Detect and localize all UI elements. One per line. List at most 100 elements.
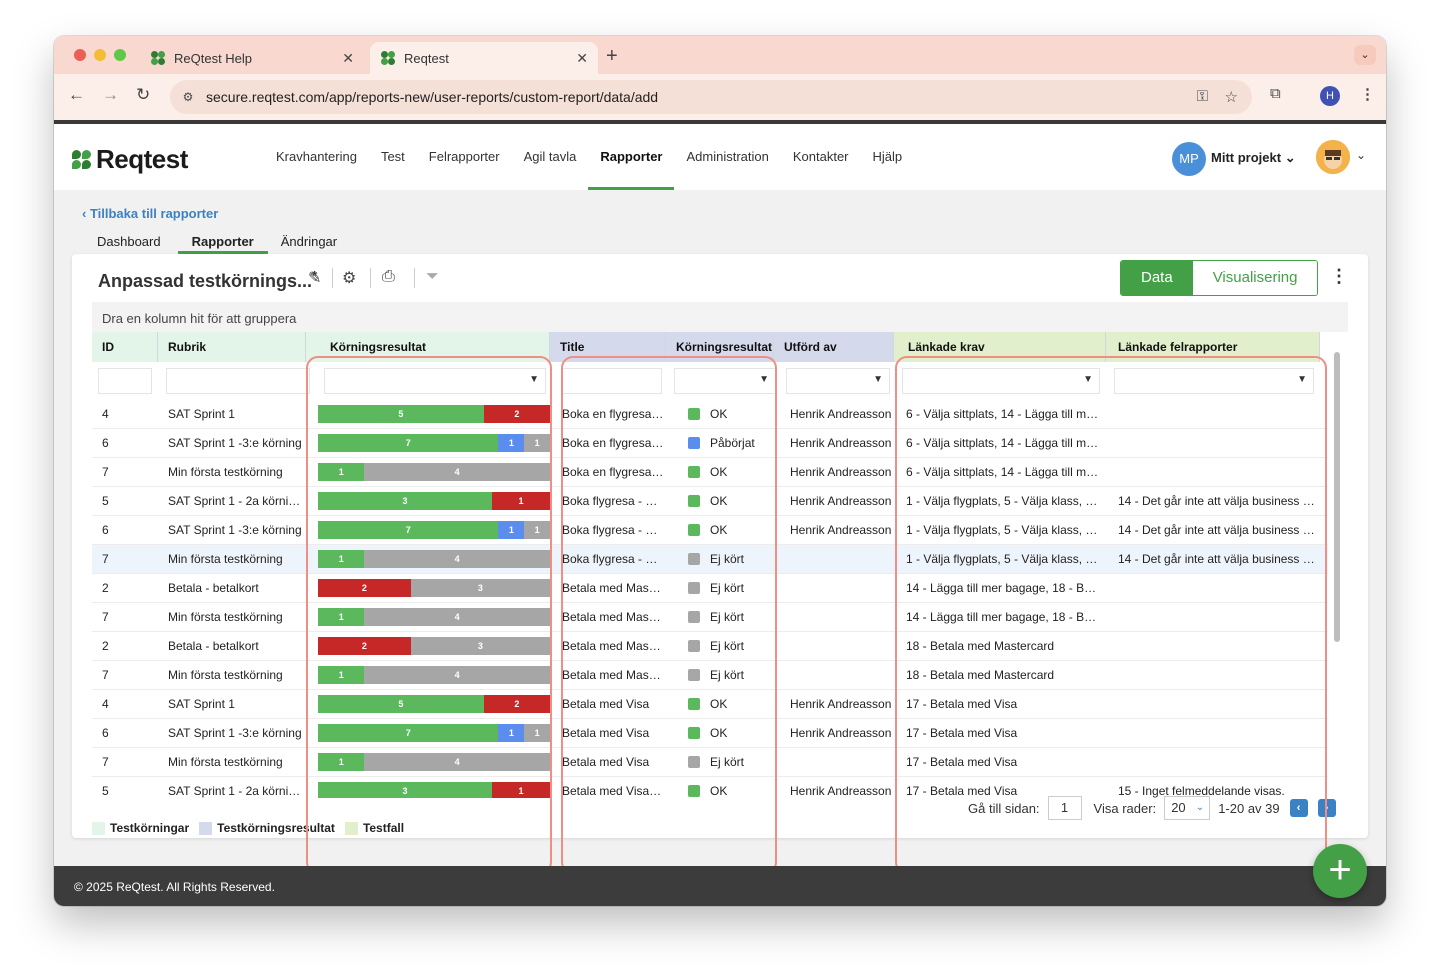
close-window-button[interactable]	[74, 49, 86, 61]
visualisering-view-button[interactable]: Visualisering	[1192, 261, 1318, 295]
browser-tab-reqtest[interactable]: Reqtest ✕	[370, 42, 598, 74]
browser-toolbar: ← → ↻ ⚙ secure.reqtest.com/app/reports-n…	[54, 74, 1386, 120]
divider	[332, 268, 333, 288]
cell-rubrik: Min första testkörning	[168, 610, 283, 624]
back-arrow-icon[interactable]: ←	[68, 85, 85, 105]
reqtest-favicon-icon	[151, 51, 165, 65]
clear-filter-icon[interactable]: ⏷	[426, 268, 439, 286]
site-settings-icon[interactable]: ⚙	[176, 85, 200, 109]
cell-rubrik: SAT Sprint 1	[168, 407, 235, 421]
minimize-window-button[interactable]	[94, 49, 106, 61]
cell-utford-av: Henrik Andreasson	[790, 523, 892, 537]
report-title: Anpassad testkörnings...*	[98, 268, 317, 292]
filter-id-input[interactable]	[98, 368, 152, 394]
cell-rubrik: Betala - betalkort	[168, 581, 259, 595]
vertical-scrollbar[interactable]	[1334, 352, 1340, 642]
cell-id: 2	[102, 639, 109, 653]
browser-window: ReQtest Help ✕ Reqtest ✕ + ⌄ ← → ↻ ⚙ sec…	[54, 36, 1386, 906]
project-selector[interactable]: Mitt projekt ⌄	[1211, 150, 1296, 166]
tab-rapporter[interactable]: Rapporter	[174, 228, 268, 254]
tab-andringar[interactable]: Ändringar	[268, 228, 350, 254]
filter-utford-av-select[interactable]: ▼	[786, 368, 890, 394]
cell-utford-av: Henrik Andreasson	[790, 697, 892, 711]
copyright-text: © 2025 ReQtest. All Rights Reserved.	[74, 880, 275, 894]
cell-utford-av	[790, 661, 894, 689]
address-bar[interactable]: ⚙ secure.reqtest.com/app/reports-new/use…	[170, 80, 1252, 114]
cell-rubrik: SAT Sprint 1 - 2a körninger	[168, 784, 304, 798]
cell-id: 4	[102, 407, 109, 421]
cell-id: 5	[102, 494, 109, 508]
more-options-icon[interactable]: ⋮	[1330, 266, 1348, 287]
cell-rubrik: Min första testkörning	[168, 755, 283, 769]
cell-utford-av	[790, 632, 894, 660]
gear-icon[interactable]: ⚙	[342, 268, 356, 288]
cell-rubrik: Min första testkörning	[168, 668, 283, 682]
project-label: Mitt projekt	[1211, 150, 1282, 165]
cell-rubrik: SAT Sprint 1 -3:e körning	[168, 726, 302, 740]
main-nav: Kravhantering Test Felrapporter Agil tav…	[264, 124, 914, 190]
tab-dashboard[interactable]: Dashboard	[84, 228, 174, 254]
cell-utford-av	[790, 545, 894, 573]
url-text: secure.reqtest.com/app/reports-new/user-…	[206, 89, 659, 105]
user-avatar[interactable]	[1316, 140, 1350, 174]
highlight-frame-testkorningsresultat	[561, 356, 777, 874]
cell-id: 6	[102, 523, 109, 537]
highlight-frame-testkorningar	[306, 356, 552, 874]
view-toggle: Data Visualisering	[1120, 260, 1319, 296]
browser-menu-icon[interactable]: ⋮	[1360, 85, 1375, 103]
back-to-reports-link[interactable]: ‹ Tillbaka till rapporter	[82, 206, 218, 221]
column-header-rubrik[interactable]: Rubrik	[158, 332, 306, 362]
legend-swatch	[92, 821, 105, 835]
add-button[interactable]: +	[1313, 844, 1367, 898]
extensions-puzzle-icon[interactable]: ⧉	[1270, 85, 1281, 102]
reload-icon[interactable]: ↻	[136, 85, 150, 105]
dropdown-caret-icon: ▼	[873, 374, 883, 385]
cell-id: 2	[102, 581, 109, 595]
reqtest-logo[interactable]: Reqtest	[72, 144, 188, 175]
profile-avatar[interactable]: H	[1320, 86, 1340, 106]
nav-rapporter[interactable]: Rapporter	[588, 124, 675, 190]
column-header-utford-av[interactable]: Utförd av	[774, 332, 894, 362]
export-icon[interactable]: ⎙	[382, 268, 395, 286]
chevron-down-icon[interactable]: ⌄	[1356, 148, 1366, 162]
nav-kontakter[interactable]: Kontakter	[781, 124, 861, 190]
cell-id: 4	[102, 697, 109, 711]
forward-arrow-icon[interactable]: →	[102, 85, 119, 105]
close-tab-icon[interactable]: ✕	[342, 50, 354, 67]
cell-rubrik: Betala - betalkort	[168, 639, 259, 653]
nav-hjalp[interactable]: Hjälp	[861, 124, 915, 190]
data-view-button[interactable]: Data	[1121, 261, 1193, 295]
nav-agil-tavla[interactable]: Agil tavla	[512, 124, 589, 190]
bookmark-star-icon[interactable]: ☆	[1225, 88, 1238, 106]
nav-administration[interactable]: Administration	[674, 124, 780, 190]
group-hint: Dra en kolumn hit för att gruppera	[102, 311, 297, 326]
legend-swatch	[199, 821, 213, 835]
tab-search-chevron-icon[interactable]: ⌄	[1354, 45, 1376, 65]
cell-utford-av: Henrik Andreasson	[790, 726, 892, 740]
column-header-id[interactable]: ID	[92, 332, 158, 362]
cell-rubrik: SAT Sprint 1	[168, 697, 235, 711]
cell-id: 6	[102, 436, 109, 450]
close-tab-icon[interactable]: ✕	[576, 50, 588, 67]
password-key-icon[interactable]: ⚿	[1197, 88, 1208, 105]
edit-pencil-icon[interactable]: ✎	[308, 268, 321, 288]
project-avatar[interactable]: MP	[1172, 142, 1206, 176]
new-tab-icon[interactable]: +	[606, 45, 618, 68]
cell-utford-av: Henrik Andreasson	[790, 494, 892, 508]
content-area: ‹ Tillbaka till rapporter Dashboard Rapp…	[54, 190, 1386, 874]
maximize-window-button[interactable]	[114, 49, 126, 61]
divider	[370, 268, 371, 288]
group-drop-zone[interactable]: Dra en kolumn hit för att gruppera	[92, 302, 1348, 332]
filter-rubrik-input[interactable]	[166, 368, 310, 394]
divider	[414, 268, 415, 288]
cell-rubrik: SAT Sprint 1 -3:e körning	[168, 436, 302, 450]
cell-rubrik: SAT Sprint 1 - 2a körninger	[168, 494, 304, 508]
cell-utford-av: Henrik Andreasson	[790, 436, 892, 450]
cell-id: 7	[102, 668, 109, 682]
nav-kravhantering[interactable]: Kravhantering	[264, 124, 369, 190]
nav-test[interactable]: Test	[369, 124, 417, 190]
cell-rubrik: SAT Sprint 1 -3:e körning	[168, 523, 302, 537]
nav-felrapporter[interactable]: Felrapporter	[417, 124, 512, 190]
cell-utford-av: Henrik Andreasson	[790, 784, 892, 798]
browser-tab-help[interactable]: ReQtest Help ✕	[140, 42, 364, 74]
